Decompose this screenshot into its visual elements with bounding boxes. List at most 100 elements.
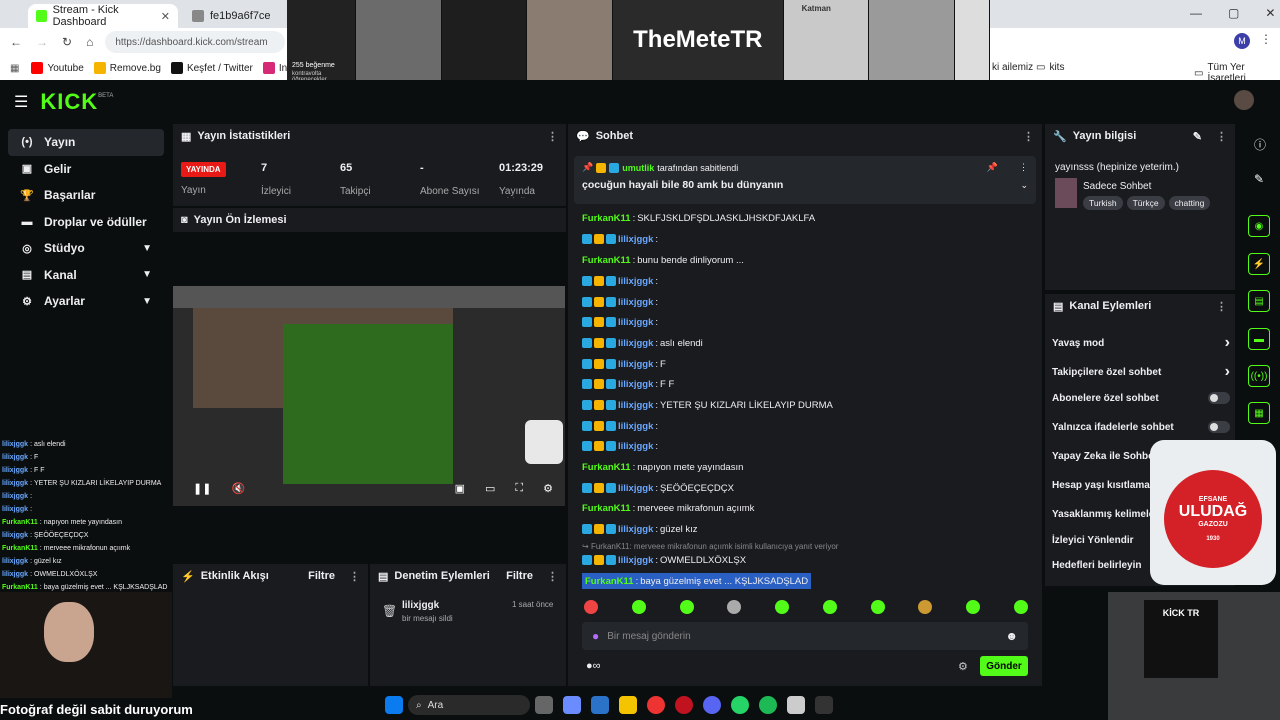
unpin-icon[interactable]: 📌 [987,162,998,173]
mute-icon[interactable]: 🔇 [231,482,245,495]
more-icon[interactable]: ⋮ [1019,162,1028,173]
chat-username[interactable]: lilixjggk [618,317,653,328]
close-icon[interactable]: ✕ [161,10,170,23]
toolbar-chat-button[interactable]: ▬ [1248,328,1270,350]
channel-action-item[interactable]: Yavaş mod › [1052,334,1230,352]
chat-message[interactable]: FurkanK11: bunu bende dinliyorum ... [582,252,744,268]
tag-chip[interactable]: Turkish [1083,196,1123,210]
emote-icon[interactable] [727,600,742,614]
category-name[interactable]: Sadece Sohbet [1083,181,1151,192]
bookmark-youtube[interactable]: Youtube [31,62,84,74]
home-icon[interactable]: ⌂ [86,35,93,49]
pinned-message[interactable]: 📌 umutlik tarafından sabitlendi 📌 ⋮ çocu… [574,156,1036,204]
sidebar-item-ayarlar[interactable]: ⚙ Ayarlar ▼ [8,288,164,315]
chat-message[interactable]: lilixjggk: F F [582,376,674,392]
channel-action-item[interactable]: Takipçilere özel sohbet › [1052,363,1230,381]
chat-message[interactable]: lilixjggk: [582,294,660,310]
tag-chip[interactable]: Türkçe [1126,196,1165,210]
copilot-icon[interactable] [563,696,581,714]
points-icon[interactable]: ●∞ [586,660,601,672]
emote-icon[interactable] [679,600,694,614]
chat-username[interactable]: lilixjggk [618,297,653,308]
chat-message[interactable]: lilixjggk: [582,231,660,247]
pinned-by-user[interactable]: umutlik [622,163,654,173]
emote-icon[interactable] [870,600,885,614]
sidebar-item-yayin[interactable]: (•) Yayın [8,129,164,156]
chat-message[interactable]: lilixjggk: [582,273,660,289]
reload-icon[interactable]: ↻ [62,35,72,49]
chat-message[interactable]: lilixjggk: F [582,356,666,372]
bookmark-twitter[interactable]: Keşfet / Twitter [170,62,253,74]
bookmark-kits[interactable]: ▭ kits [1036,62,1064,73]
pip-icon[interactable]: ▣ [455,482,465,495]
emote-icon[interactable] [1013,600,1028,614]
chat-username[interactable]: lilixjggk [618,421,653,432]
more-icon[interactable]: ⋮ [349,570,360,583]
chat-username[interactable]: lilixjggk [618,234,653,245]
channel-action-item[interactable]: Abonelere özel sohbet [1052,392,1230,404]
chat-username[interactable]: lilixjggk [618,379,653,390]
tag-chip[interactable]: chatting [1168,196,1211,210]
toolbar-broadcast-button[interactable]: ((•)) [1248,365,1270,387]
file-explorer-icon[interactable] [619,696,637,714]
app-icon[interactable] [591,696,609,714]
taskbar-search[interactable]: ⌕ Ara [408,695,530,715]
sidebar-item-studyo[interactable]: ◎ Stüdyo ▼ [8,235,164,262]
chat-message[interactable]: lilixjggk: [582,314,660,330]
task-view-icon[interactable] [535,696,553,714]
chat-input[interactable]: ● Bir mesaj gönderin ☻ [582,622,1028,650]
url-field[interactable]: https://dashboard.kick.com/stream [105,31,286,53]
preview-video[interactable]: ❚❚ 🔇 ▣ ▭ ⛶ ⚙ [173,286,565,506]
toolbar-layout-button[interactable]: ▦ [1248,402,1270,424]
chat-username[interactable]: lilixjggk [618,524,653,535]
more-icon[interactable]: ⋮ [1023,130,1034,143]
chat-settings-icon[interactable]: ⚙ [958,660,968,673]
toggle-switch[interactable] [1208,421,1230,433]
emote-icon[interactable] [966,600,981,614]
settings-gear-icon[interactable]: ⚙ [543,482,553,495]
emote-icon[interactable] [631,600,646,614]
app-icon[interactable] [815,696,833,714]
chat-username[interactable]: lilixjggk [618,338,653,349]
chat-message[interactable]: lilixjggk: aslı elendi [582,335,703,351]
tab-kick-dashboard[interactable]: Stream - Kick Dashboard ✕ [28,4,178,28]
toolbar-doc-button[interactable]: ▤ [1248,290,1270,312]
bookmark-removebg[interactable]: Remove.bg [93,62,161,74]
chat-message[interactable]: lilixjggk: güzel kız [582,521,698,537]
windows-start-icon[interactable] [385,696,403,714]
chat-username[interactable]: lilixjggk [618,276,653,287]
maximize-icon[interactable]: ▢ [1228,6,1239,20]
edit-icon[interactable]: ✎ [1193,130,1202,143]
theater-icon[interactable]: ▭ [485,482,495,495]
mic-icon[interactable]: ● [592,629,599,643]
chat-message[interactable]: FurkanK11: baya güzelmiş evet ... KŞLJKSA… [582,573,812,589]
hamburger-menu-icon[interactable]: ☰ [14,92,28,112]
moderation-filter-button[interactable]: Filtre [506,570,533,582]
channel-action-item[interactable]: Yalnızca ifadelerle sohbet [1052,421,1230,433]
chat-username[interactable]: lilixjggk [618,555,653,566]
pause-icon[interactable]: ❚❚ [193,482,211,495]
opera-icon[interactable] [675,696,693,714]
emote-icon[interactable] [775,600,790,614]
discord-icon[interactable] [703,696,721,714]
profile-avatar[interactable]: M [1234,33,1250,49]
back-icon[interactable]: ← [10,35,22,49]
chrome-icon[interactable] [647,696,665,714]
spotify-icon[interactable] [759,696,777,714]
whatsapp-icon[interactable] [731,696,749,714]
chat-message[interactable]: FurkanK11: merveee mikrafonun açıımk [582,500,754,516]
chat-username[interactable]: FurkanK11 [582,503,631,514]
toolbar-bolt-button[interactable]: ⚡ [1248,253,1270,275]
chat-message[interactable]: lilixjggk: OWMELDLXÖXLŞX [582,552,746,568]
chat-message[interactable]: lilixjggk: ŞEÖÖEÇEÇDÇX [582,480,734,496]
pencil-icon[interactable]: ✎ [1254,172,1264,186]
chat-message[interactable]: lilixjggk: [582,418,660,434]
chat-message[interactable]: FurkanK11: napıyon mete yayındasın [582,459,743,475]
chat-message[interactable]: lilixjggk: [582,438,660,454]
close-window-icon[interactable]: ✕ [1265,6,1275,20]
chat-message[interactable]: FurkanK11: SKLFJSKLDFŞDLJASKLJHSKDFJAKLFA [582,210,815,226]
more-icon[interactable]: ⋮ [547,570,558,583]
forward-icon[interactable]: → [36,35,48,49]
chat-message[interactable]: lilixjggk: YETER ŞU KIZLARI LİKELAYIP DUR… [582,397,833,413]
toolbar-focus-button[interactable]: ◉ [1248,215,1270,237]
